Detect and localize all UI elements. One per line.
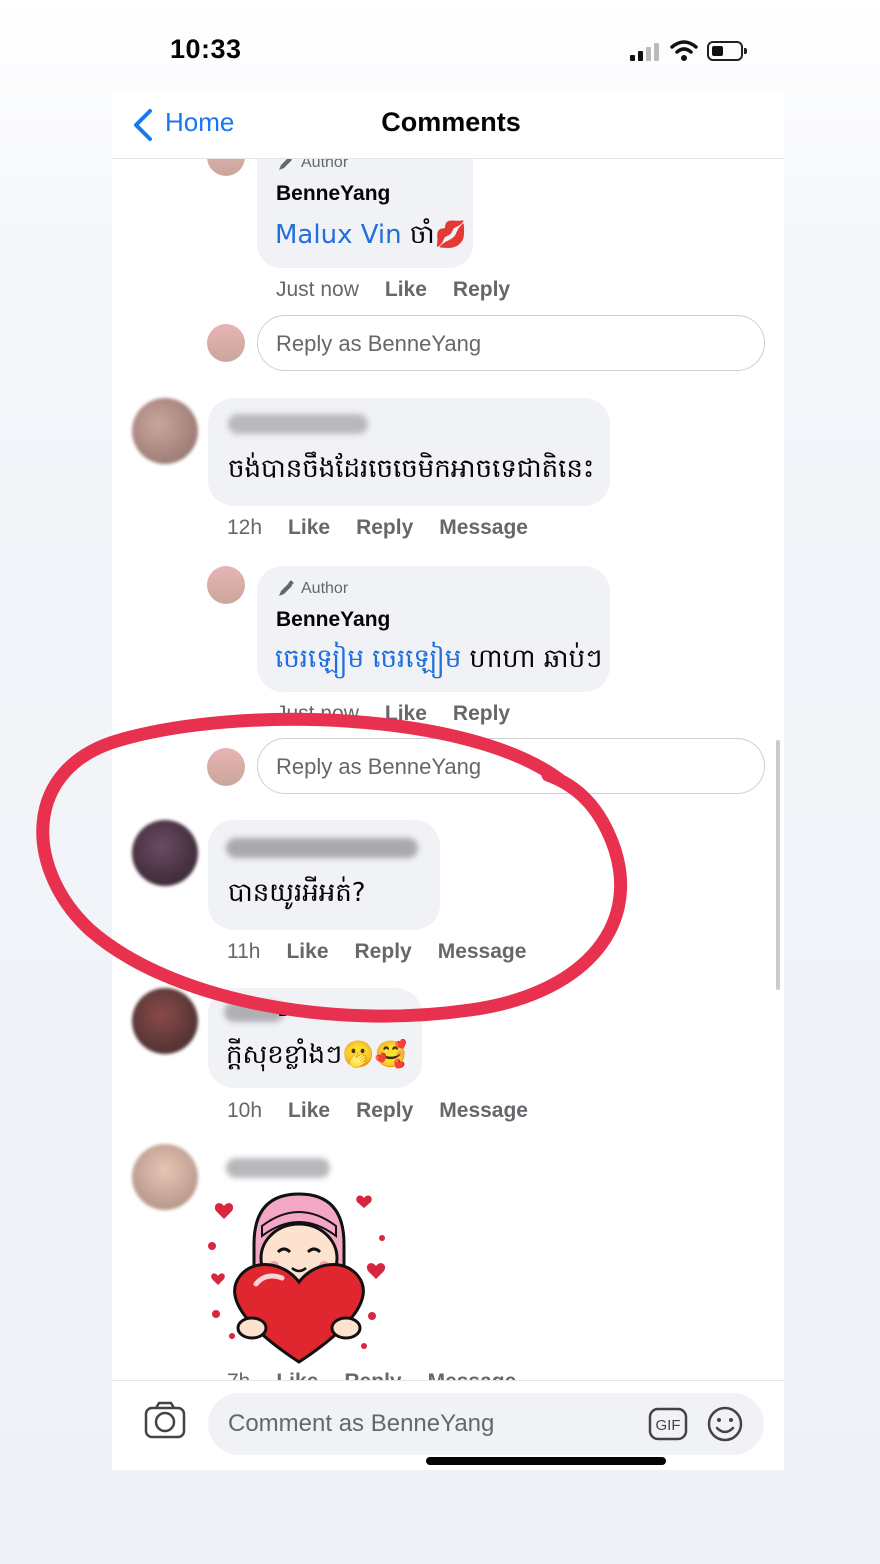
comment-text: ហាហា ឆាប់ៗ xyxy=(461,644,603,674)
avatar[interactable] xyxy=(132,1144,198,1210)
pencil-icon xyxy=(279,580,294,596)
message-button[interactable]: Message xyxy=(439,1099,528,1123)
comment-meta: 10h Like Reply Message xyxy=(227,1099,528,1123)
comment-text: ក្តីសុខខ្លាំងៗ🫢🥰 xyxy=(226,1040,407,1070)
avatar[interactable] xyxy=(207,566,245,604)
comment-time: 12h xyxy=(227,516,263,539)
comment-time: 11h xyxy=(227,940,261,963)
comment-text: ចង់បានចឹងដែរចេចេមិកអាចទេជាតិនេះ xyxy=(228,454,595,484)
comment-time: Just now xyxy=(276,702,359,725)
like-button[interactable]: Like xyxy=(385,278,427,302)
home-indicator xyxy=(426,1457,666,1465)
comment-author-name[interactable]: BenneYang xyxy=(276,608,390,632)
comment-meta: 11h Like Reply Message xyxy=(227,940,526,964)
comment-author-name[interactable]: Da xyxy=(278,1000,301,1021)
reply-button[interactable]: Reply xyxy=(453,278,510,302)
camera-icon[interactable] xyxy=(144,1401,186,1439)
blurred-name xyxy=(224,1002,284,1022)
mention-link[interactable]: Malux Vin xyxy=(275,220,402,250)
nav-bar: Home Comments xyxy=(112,90,784,159)
comment-meta: Just now Like Reply xyxy=(276,702,510,726)
avatar xyxy=(207,324,245,362)
comment-input-placeholder: Comment as BenneYang xyxy=(228,1410,495,1437)
composer-bar: Comment as BenneYang GIF xyxy=(112,1380,784,1470)
blurred-name xyxy=(226,1158,330,1178)
scrollbar[interactable] xyxy=(776,740,780,990)
like-button[interactable]: Like xyxy=(288,516,330,540)
avatar[interactable] xyxy=(132,820,198,886)
comment-text: បានយូរអីអត់? xyxy=(228,878,366,908)
comments-screen: Home Comments Author BenneYang Malux Vin… xyxy=(112,90,784,1470)
comment-meta: 12h Like Reply Message xyxy=(227,516,528,540)
reply-input[interactable]: Reply as BenneYang xyxy=(257,738,765,794)
author-tag: Author xyxy=(277,580,348,598)
like-button[interactable]: Like xyxy=(288,1099,330,1123)
comment-time: Just now xyxy=(276,278,359,301)
reply-button[interactable]: Reply xyxy=(356,1099,413,1123)
reply-bubble: Author BenneYang ចេរឡៀម ចេរឡៀម ហាហា ឆាប់… xyxy=(257,566,610,692)
battery-icon xyxy=(707,41,747,61)
reply-button[interactable]: Reply xyxy=(453,702,510,726)
like-button[interactable]: Like xyxy=(385,702,427,726)
like-button[interactable]: Like xyxy=(286,940,328,964)
avatar xyxy=(207,748,245,786)
emoji-icon[interactable] xyxy=(706,1405,744,1443)
comment-input[interactable]: Comment as BenneYang GIF xyxy=(208,1393,764,1465)
svg-text:GIF: GIF xyxy=(656,1417,681,1434)
comment-author-name[interactable]: BenneYang xyxy=(276,182,390,206)
wifi-icon xyxy=(670,40,698,61)
reply-bubble: Author BenneYang Malux Vin ចាំ💋 xyxy=(257,140,473,268)
comment-bubble: ចង់បានចឹងដែរចេចេមិកអាចទេជាតិនេះ xyxy=(208,398,610,506)
comment-text: ចាំ💋 xyxy=(401,220,468,250)
signal-icon xyxy=(630,41,662,61)
comment-bubble: បានយូរអីអត់? xyxy=(208,820,440,930)
blurred-name xyxy=(226,838,418,858)
mention-link[interactable]: ចេរឡៀម ចេរឡៀម xyxy=(275,644,461,674)
avatar[interactable] xyxy=(132,988,198,1054)
reply-button[interactable]: Reply xyxy=(356,516,413,540)
status-time: 10:33 xyxy=(170,34,242,64)
avatar[interactable] xyxy=(132,398,198,464)
heart-girl-sticker[interactable] xyxy=(204,1186,394,1366)
blurred-name xyxy=(228,414,368,434)
comment-bubble: Da ក្តីសុខខ្លាំងៗ🫢🥰 xyxy=(208,988,422,1088)
message-button[interactable]: Message xyxy=(439,516,528,540)
reply-input[interactable]: Reply as BenneYang xyxy=(257,315,765,371)
reply-button[interactable]: Reply xyxy=(355,940,412,964)
comment-meta: Just now Like Reply xyxy=(276,278,510,302)
page-title: Comments xyxy=(381,107,521,137)
gif-icon[interactable]: GIF xyxy=(648,1407,688,1441)
comment-time: 10h xyxy=(227,1099,263,1122)
message-button[interactable]: Message xyxy=(438,940,527,964)
